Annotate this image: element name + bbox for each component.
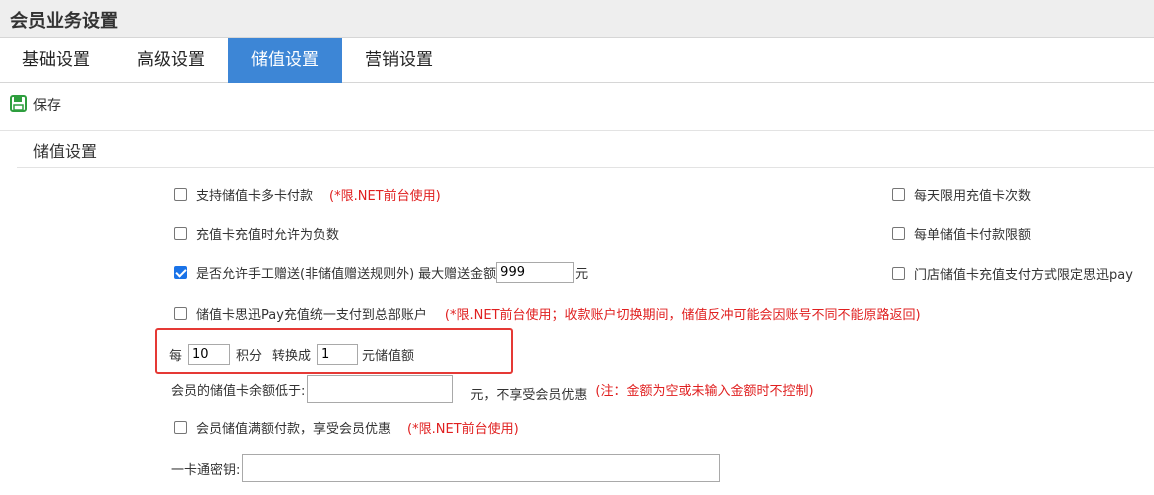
page-title: 会员业务设置 [10,11,118,32]
card-key-label: 一卡通密钥: [171,462,241,478]
multi-card-checkbox[interactable] [174,188,187,201]
points-label: 积分 [236,349,263,364]
multi-card-note: (*限.NET前台使用) [329,189,441,204]
daily-limit-checkbox[interactable] [892,188,905,201]
option-store-pay-limit[interactable]: 门店储值卡充值支付方式限定思迅pay [892,264,1133,283]
option-single-limit[interactable]: 每单储值卡付款限额 [892,224,1031,243]
balance-threshold-label: 会员的储值卡余额低于: [171,383,306,399]
convert-label: 转换成 [272,349,312,364]
pay-unified-label: 储值卡思迅Pay充值统一支付到总部账户 [196,308,427,323]
tab-basic[interactable]: 基础设置 [0,38,112,83]
points-convert-row: 每 积分 转换成 元储值额 [169,344,414,365]
save-button[interactable]: 保存 [10,94,61,116]
single-limit-checkbox[interactable] [892,227,905,240]
balance-threshold-note: (注：金额为空或未输入金额时不控制) [595,383,814,399]
tab-marketing[interactable]: 营销设置 [342,38,456,83]
allow-negative-label: 充值卡充值时允许为负数 [196,228,340,243]
max-gift-label: 最大赠送金额 [418,267,497,282]
balance-threshold-input[interactable] [307,375,454,403]
section-divider [17,167,1154,168]
pay-unified-checkbox[interactable] [174,307,187,320]
card-key-input[interactable] [242,454,721,482]
save-label: 保存 [33,98,61,114]
tab-stored-value[interactable]: 储值设置 [228,38,342,83]
full-pay-discount-label: 会员储值满额付款，享受会员优惠 [196,422,392,437]
balance-threshold-suffix: 元，不享受会员优惠 [470,387,588,403]
option-allow-negative[interactable]: 充值卡充值时允许为负数 [174,224,339,243]
max-gift-unit: 元 [575,267,589,282]
balance-threshold-row: 会员的储值卡余额低于: 元，不享受会员优惠 (注：金额为空或未输入金额时不控制) [171,375,814,403]
amount-input[interactable] [317,344,359,365]
section-title: 储值设置 [33,142,98,161]
card-key-row: 一卡通密钥: [171,454,721,482]
max-gift-input[interactable] [496,262,575,283]
save-icon [10,94,27,116]
manual-gift-checkbox[interactable] [174,266,187,279]
points-prefix: 每 [169,349,183,364]
pay-unified-note: (*限.NET前台使用；收款账户切换期间，储值反冲可能会因账号不同不能原路返回) [444,308,921,323]
store-pay-limit-checkbox[interactable] [892,267,905,280]
store-pay-limit-label: 门店储值卡充值支付方式限定思迅pay [914,268,1133,283]
full-pay-discount-note: (*限.NET前台使用) [407,422,519,437]
option-full-pay-discount[interactable]: 会员储值满额付款，享受会员优惠 (*限.NET前台使用) [174,418,519,437]
allow-negative-checkbox[interactable] [174,227,187,240]
title-bar: 会员业务设置 [0,0,1154,38]
tab-bar: 基础设置 高级设置 储值设置 营销设置 [0,38,1154,83]
option-manual-gift[interactable]: 是否允许手工赠送(非储值赠送规则外) 最大赠送金额 元 [174,262,588,283]
option-pay-unified[interactable]: 储值卡思迅Pay充值统一支付到总部账户 (*限.NET前台使用；收款账户切换期间… [174,304,921,323]
full-pay-discount-checkbox[interactable] [174,421,187,434]
option-daily-limit[interactable]: 每天限用充值卡次数 [892,185,1031,204]
manual-gift-label: 是否允许手工赠送(非储值赠送规则外) [196,267,415,282]
multi-card-label: 支持储值卡多卡付款 [196,189,314,204]
points-input[interactable] [188,344,231,365]
option-multi-card[interactable]: 支持储值卡多卡付款 (*限.NET前台使用) [174,185,441,204]
toolbar: 保存 [0,83,1154,131]
tab-advanced[interactable]: 高级设置 [114,38,228,83]
amount-label: 元储值额 [362,349,415,364]
daily-limit-label: 每天限用充值卡次数 [914,189,1032,204]
single-limit-label: 每单储值卡付款限额 [914,228,1032,243]
